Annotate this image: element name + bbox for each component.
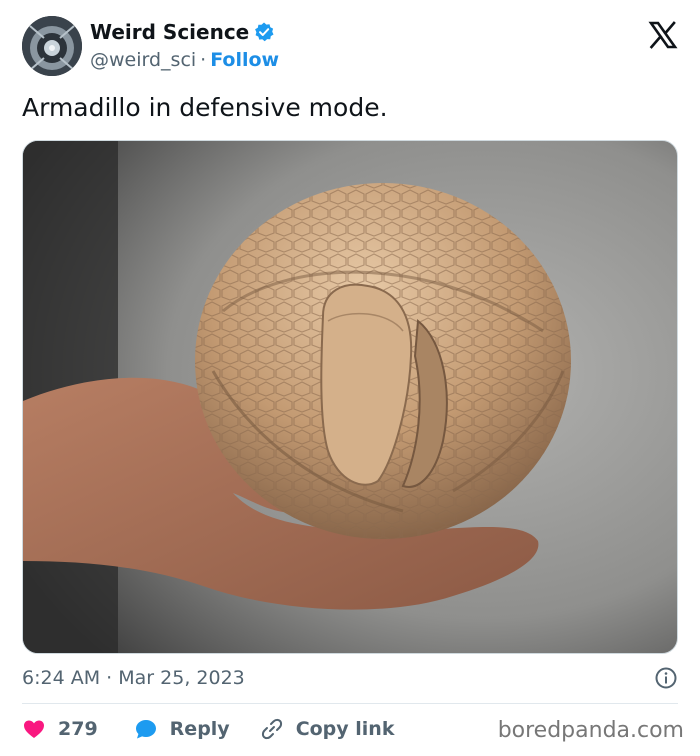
tweet-time: 6:24 AM — [22, 667, 101, 689]
copy-link-label: Copy link — [295, 718, 395, 740]
author-avatar[interactable] — [22, 16, 82, 76]
follow-button[interactable]: Follow — [210, 49, 279, 71]
tweet-timestamp[interactable]: 6:24 AM · Mar 25, 2023 — [22, 664, 682, 692]
tweet-image[interactable] — [22, 140, 678, 654]
author-handle-row: @weird_sci · Follow — [90, 48, 279, 72]
like-button[interactable]: 279 — [22, 717, 98, 741]
like-count: 279 — [58, 718, 98, 740]
x-logo-icon[interactable] — [648, 20, 678, 50]
info-icon[interactable] — [654, 666, 678, 690]
link-icon — [261, 718, 282, 740]
watermark: boredpanda.com — [497, 718, 684, 743]
tweet-header: Weird Science @weird_sci · Follow — [22, 16, 682, 80]
divider — [22, 703, 678, 704]
verified-badge-icon — [253, 21, 275, 43]
author-handle[interactable]: @weird_sci — [90, 49, 196, 71]
author-name-row: Weird Science — [90, 20, 275, 44]
timestamp-separator: · — [106, 667, 113, 689]
copy-link-button[interactable]: Copy link — [260, 717, 395, 741]
tweet-date: Mar 25, 2023 — [118, 667, 245, 689]
tweet-text: Armadillo in defensive mode. — [22, 93, 388, 122]
author-name[interactable]: Weird Science — [90, 20, 249, 44]
reply-label: Reply — [169, 718, 230, 740]
tweet-actions: 279 Reply Copy link — [22, 712, 394, 746]
reply-bubble-icon — [135, 720, 156, 739]
reply-button[interactable]: Reply — [134, 717, 230, 741]
heart-icon — [24, 720, 44, 738]
handle-separator: · — [200, 49, 207, 71]
